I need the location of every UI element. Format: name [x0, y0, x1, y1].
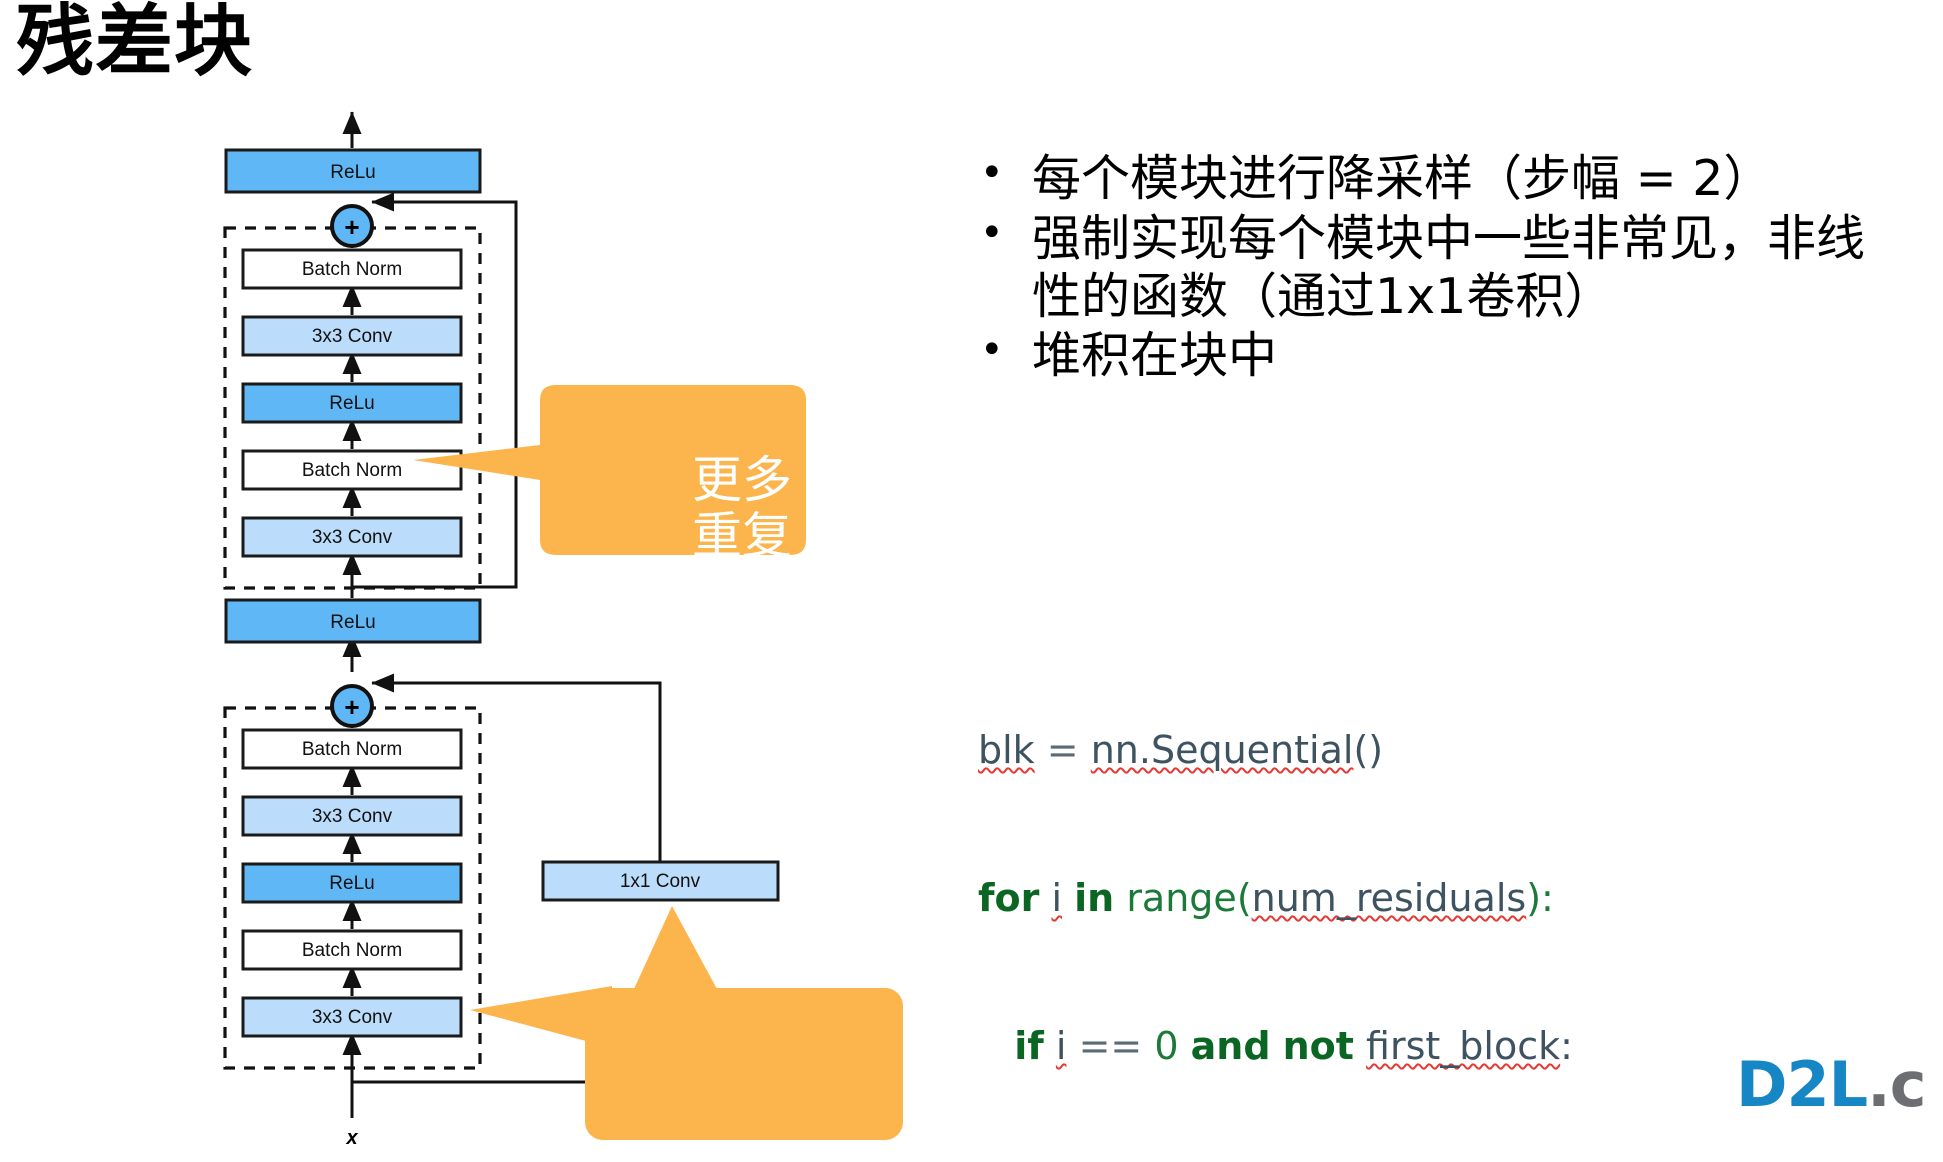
- block-lower-bn-1: Batch Norm: [241, 728, 463, 770]
- logo-main-text: D2L: [1736, 1048, 1868, 1121]
- block-upper-bn-1: Batch Norm: [241, 248, 463, 290]
- block-upper-bn-2: Batch Norm: [241, 449, 463, 491]
- code-token-first-block: first_block: [1366, 1024, 1561, 1069]
- block-lower-conv-2: 3x3 Conv: [241, 996, 463, 1038]
- block-upper-conv-2: 3x3 Conv: [241, 516, 463, 558]
- block-label: 3x3 Conv: [312, 806, 393, 827]
- code-token-nn-sequential: nn.Sequential: [1090, 727, 1354, 772]
- input-label-x: x: [345, 1127, 358, 1149]
- code-token-close-colon: ):: [1526, 875, 1554, 920]
- bullet-item-3: 堆积在块中: [966, 327, 1906, 385]
- block-upper-relu: ReLu: [241, 382, 463, 424]
- block-label: ReLu: [329, 873, 374, 894]
- code-token-zero: 0: [1154, 1024, 1179, 1069]
- block-label: 3x3 Conv: [312, 527, 393, 548]
- code-token-num-residuals: num_residuals: [1251, 875, 1527, 920]
- d2l-logo: D2L.c: [1736, 1048, 1927, 1121]
- bullet-item-2: 强制实现每个模块中一些非常见，非线性的函数（通过1x1卷积）: [966, 210, 1906, 326]
- block-label: 1x1 Conv: [620, 871, 701, 892]
- block-label: Batch Norm: [302, 259, 402, 280]
- residual-block-diagram: ReLu + Batch Norm 3x3 Conv ReLu Batch No…: [0, 100, 960, 1162]
- code-token-blk: blk: [978, 727, 1035, 772]
- code-token-parens: (): [1353, 727, 1384, 772]
- block-top-relu: ReLu: [224, 148, 482, 194]
- code-keyword-not: not: [1282, 1024, 1354, 1069]
- bullet-list: 每个模块进行降采样（步幅 = 2） 强制实现每个模块中一些非常见，非线性的函数（…: [966, 150, 1906, 385]
- code-token-i: i: [1051, 875, 1063, 920]
- code-token-i2: i: [1055, 1024, 1067, 1069]
- callout-more-repeat: [413, 385, 806, 555]
- code-keyword-and: and: [1190, 1024, 1271, 1069]
- add-node-upper: +: [330, 204, 374, 248]
- add-node-lower: +: [330, 684, 374, 728]
- block-lower-bn-2: Batch Norm: [241, 929, 463, 971]
- block-mid-relu: ReLu: [224, 598, 482, 644]
- block-label: 3x3 Conv: [312, 1007, 393, 1028]
- logo-tail-text: c: [1889, 1048, 1927, 1121]
- block-label: Batch Norm: [302, 940, 402, 961]
- block-upper-conv-1: 3x3 Conv: [241, 315, 463, 357]
- plus-icon: +: [344, 212, 359, 242]
- code-token-colon: :: [1560, 1024, 1573, 1069]
- code-keyword-for: for: [978, 875, 1040, 920]
- block-label: ReLu: [330, 162, 375, 183]
- block-label: ReLu: [329, 393, 374, 414]
- code-keyword-if: if: [1014, 1024, 1044, 1069]
- bullet-item-1: 每个模块进行降采样（步幅 = 2）: [966, 150, 1906, 208]
- page-title: 残差块: [16, 0, 254, 87]
- block-label: Batch Norm: [302, 739, 402, 760]
- plus-icon: +: [344, 692, 359, 722]
- slide-root: 残差块 ReLu + Batch Norm 3x3 Conv ReLu Batc…: [0, 0, 1943, 1162]
- callout-stride: [470, 906, 903, 1140]
- block-lower-conv-1: 3x3 Conv: [241, 795, 463, 837]
- block-lower-relu: ReLu: [241, 862, 463, 904]
- block-label: 3x3 Conv: [312, 326, 393, 347]
- block-shortcut-1x1-conv: 1x1 Conv: [541, 860, 780, 902]
- block-label: Batch Norm: [302, 460, 402, 481]
- code-line-2: for i in range(num_residuals):: [978, 875, 1554, 920]
- code-keyword-in: in: [1074, 875, 1115, 920]
- code-line-1: blk = nn.Sequential(): [978, 726, 1878, 775]
- code-token-equals: =: [1046, 727, 1079, 772]
- code-token-eqeq: ==: [1078, 1024, 1143, 1069]
- logo-dot: .: [1867, 1048, 1891, 1121]
- block-label: ReLu: [330, 612, 375, 633]
- content-column: 每个模块进行降采样（步幅 = 2） 强制实现每个模块中一些非常见，非线性的函数（…: [966, 150, 1906, 387]
- code-token-range: range: [1126, 875, 1237, 920]
